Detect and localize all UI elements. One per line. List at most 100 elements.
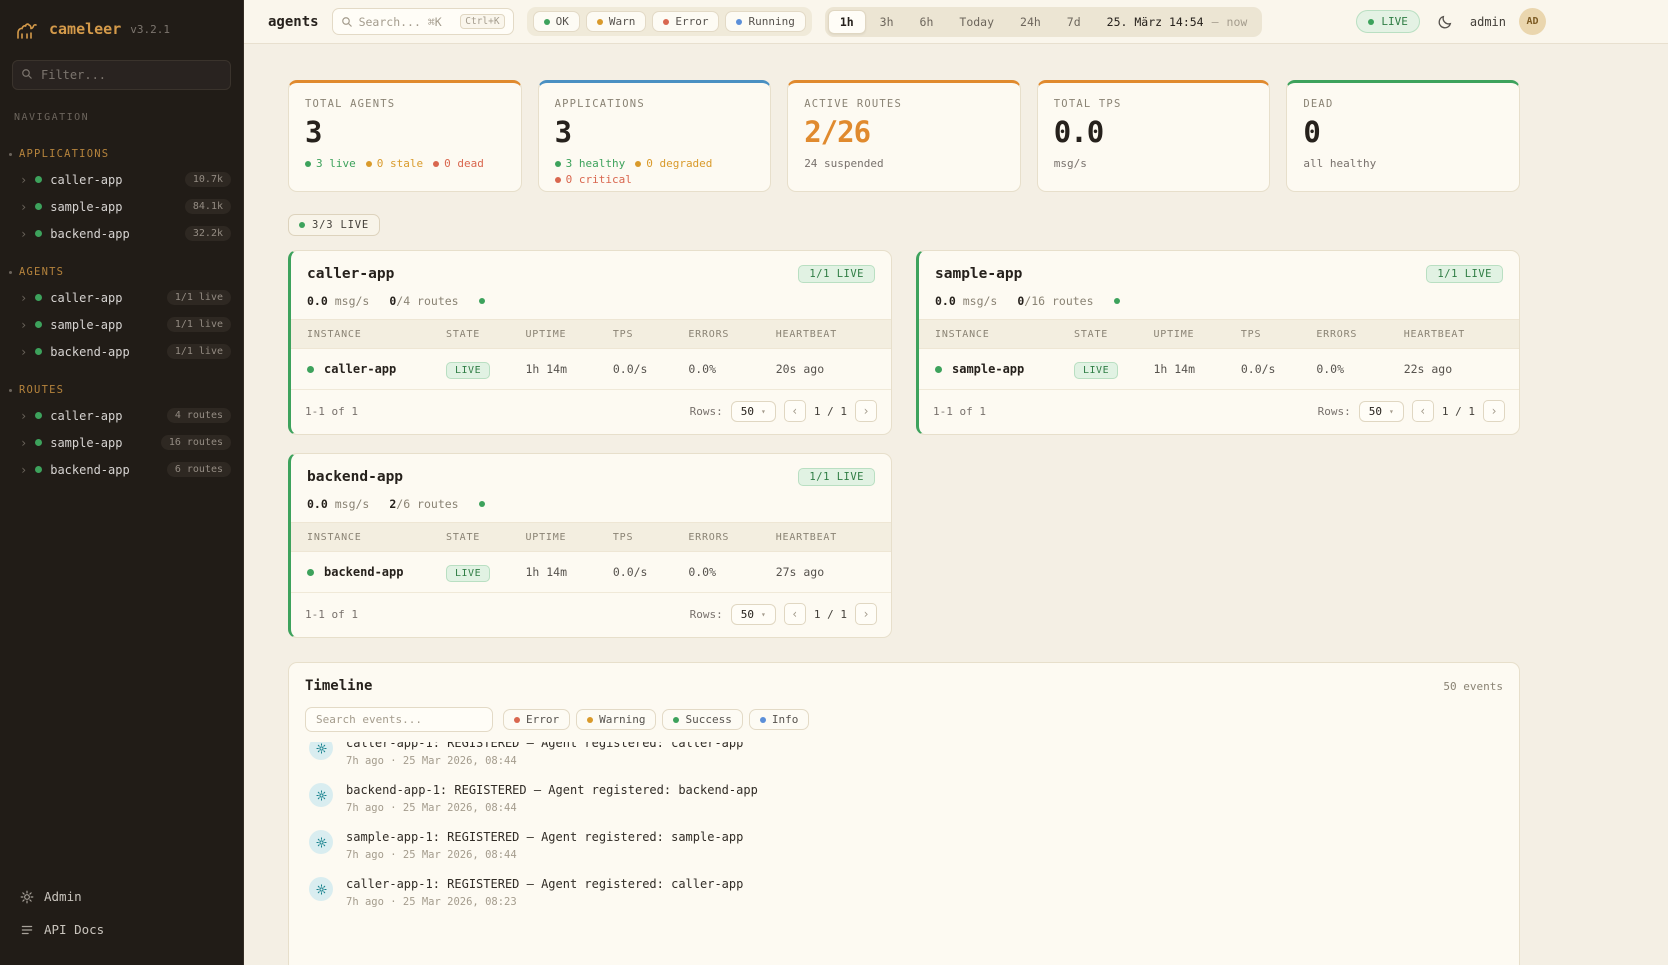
sidebar-item-label: backend-app [50,227,129,241]
rows-label: Rows: [690,405,723,418]
dark-mode-toggle[interactable] [1433,10,1457,34]
moon-icon [1437,14,1453,30]
sidebar-section-routes: ROUTES › caller-app 4 routes › sample-ap… [0,381,243,483]
sidebar-item-app-sample-app[interactable]: › sample-app 84.1k [0,193,243,220]
rows-per-page-select[interactable]: 50▾ [731,604,776,625]
col-state: STATE [446,329,525,340]
rows-per-page-select[interactable]: 50▾ [731,401,776,422]
next-page-button[interactable]: › [1483,400,1505,422]
timeline-event[interactable]: caller-app-1: REGISTERED — Agent registe… [305,742,1503,775]
range-start-datetime: 25. März 14:54 [1107,15,1204,29]
sidebar-item-app-backend-app[interactable]: › backend-app 32.2k [0,220,243,247]
app-version: v3.2.1 [130,23,170,36]
heartbeat-cell: 22s ago [1404,362,1503,376]
section-header-routes[interactable]: ROUTES [0,381,243,402]
filter-chip-ok[interactable]: OK [533,11,580,32]
app-stats-row: 0.0 msg/s 2/6 routes [291,495,891,522]
app-name[interactable]: caller-app [307,266,394,282]
range-button-today[interactable]: Today [947,10,1006,34]
table-row[interactable]: sample-app LIVE 1h 14m 0.0/s 0.0% 22s ag… [919,349,1519,390]
sidebar-item-routes-caller-app[interactable]: › caller-app 4 routes [0,402,243,429]
col-heartbeat: HEARTBEAT [776,329,875,340]
stat-sub-healthy: 3 healthy [555,157,626,170]
stat-label: TOTAL TPS [1054,98,1254,110]
range-end-label: now [1227,15,1248,29]
app-tps: 0.0 msg/s [307,497,369,511]
section-title: ROUTES [19,384,64,396]
timeline-chip-success[interactable]: Success [662,709,742,730]
stat-value: 3 [305,115,505,149]
timeline-event[interactable]: backend-app-1: REGISTERED — Agent regist… [305,775,1503,822]
chevron-right-icon: › [20,464,27,476]
tps-cell: 0.0/s [613,362,688,376]
stat-label: DEAD [1303,98,1503,110]
section-header-agents[interactable]: AGENTS [0,263,243,284]
range-button-1h[interactable]: 1h [828,10,866,34]
sidebar-item-app-caller-app[interactable]: › caller-app 10.7k [0,166,243,193]
event-gear-icon [309,830,333,854]
stat-card-applications: APPLICATIONS 3 3 healthy 0 degraded 0 cr… [538,80,772,192]
timeline-chip-error[interactable]: Error [503,709,570,730]
app-tps: 0.0 msg/s [935,294,997,308]
range-button-3h[interactable]: 3h [868,10,906,34]
sub-text: 0 stale [377,157,423,170]
api-docs-label: API Docs [44,922,104,937]
table-footer: 1-1 of 1 Rows: 50▾ ‹ 1 / 1 › [291,593,891,637]
sidebar-section-applications: APPLICATIONS › caller-app 10.7k › sample… [0,145,243,247]
table-row[interactable]: backend-app LIVE 1h 14m 0.0/s 0.0% 27s a… [291,552,891,593]
heartbeat-cell: 27s ago [776,565,875,579]
rows-label: Rows: [690,608,723,621]
admin-label: Admin [44,889,82,904]
timeline-chip-warning[interactable]: Warning [576,709,656,730]
chevron-right-icon: › [20,174,27,186]
filter-chip-error[interactable]: Error [652,11,719,32]
sidebar-item-routes-sample-app[interactable]: › sample-app 16 routes [0,429,243,456]
stat-card-total-agents: TOTAL AGENTS 3 3 live 0 stale 0 dead [288,80,522,192]
timeline-event[interactable]: sample-app-1: REGISTERED — Agent registe… [305,822,1503,869]
range-button-6h[interactable]: 6h [908,10,946,34]
timeline-event-list[interactable]: caller-app-1: REGISTERED — Agent registe… [305,742,1503,916]
sidebar-item-agent-caller-app[interactable]: › caller-app 1/1 live [0,284,243,311]
col-heartbeat: HEARTBEAT [776,532,875,543]
filter-chip-warn[interactable]: Warn [586,11,647,32]
filter-chip-running[interactable]: Running [725,11,805,32]
range-button-7d[interactable]: 7d [1055,10,1093,34]
prev-page-button[interactable]: ‹ [784,603,806,625]
live-summary-badge: 3/3 LIVE [288,214,380,236]
global-search: Ctrl+K [332,8,514,35]
rows-per-page-select[interactable]: 50▾ [1359,401,1404,422]
event-gear-icon [309,877,333,901]
sidebar-item-agent-sample-app[interactable]: › sample-app 1/1 live [0,311,243,338]
live-status-pill[interactable]: LIVE [1356,10,1420,33]
rows-label: Rows: [1318,405,1351,418]
sidebar-item-api-docs[interactable]: API Docs [12,914,231,945]
sidebar-filter-input[interactable] [12,60,231,90]
timeline-search-input[interactable] [316,713,482,726]
prev-page-button[interactable]: ‹ [784,400,806,422]
search-input[interactable] [359,15,455,29]
timeline-chip-info[interactable]: Info [749,709,810,730]
live-label: LIVE [1381,15,1408,28]
sidebar-item-admin[interactable]: Admin [12,881,231,912]
app-routes: 0/4 routes [389,294,458,308]
topbar: agents Ctrl+K OK Warn Error Running [244,0,1668,44]
next-page-button[interactable]: › [855,400,877,422]
next-page-button[interactable]: › [855,603,877,625]
timeline-event[interactable]: caller-app-1: REGISTERED — Agent registe… [305,869,1503,916]
range-button-24h[interactable]: 24h [1008,10,1053,34]
avatar[interactable]: AD [1519,8,1546,35]
sidebar-item-label: caller-app [50,291,122,305]
app-name[interactable]: sample-app [935,266,1022,282]
activity-dot [479,298,485,304]
app-name[interactable]: backend-app [307,469,403,485]
prev-page-button[interactable]: ‹ [1412,400,1434,422]
table-row[interactable]: caller-app LIVE 1h 14m 0.0/s 0.0% 20s ag… [291,349,891,390]
app-card-backend-app: backend-app 1/1 LIVE 0.0 msg/s 2/6 route… [288,453,892,638]
tps-cell: 0.0/s [613,565,688,579]
status-dot [35,439,42,446]
sidebar-item-agent-backend-app[interactable]: › backend-app 1/1 live [0,338,243,365]
app-logo[interactable]: cameleer v3.2.1 [0,0,243,54]
section-header-applications[interactable]: APPLICATIONS [0,145,243,166]
sidebar-item-routes-backend-app[interactable]: › backend-app 6 routes [0,456,243,483]
uptime-cell: 1h 14m [1153,362,1240,376]
